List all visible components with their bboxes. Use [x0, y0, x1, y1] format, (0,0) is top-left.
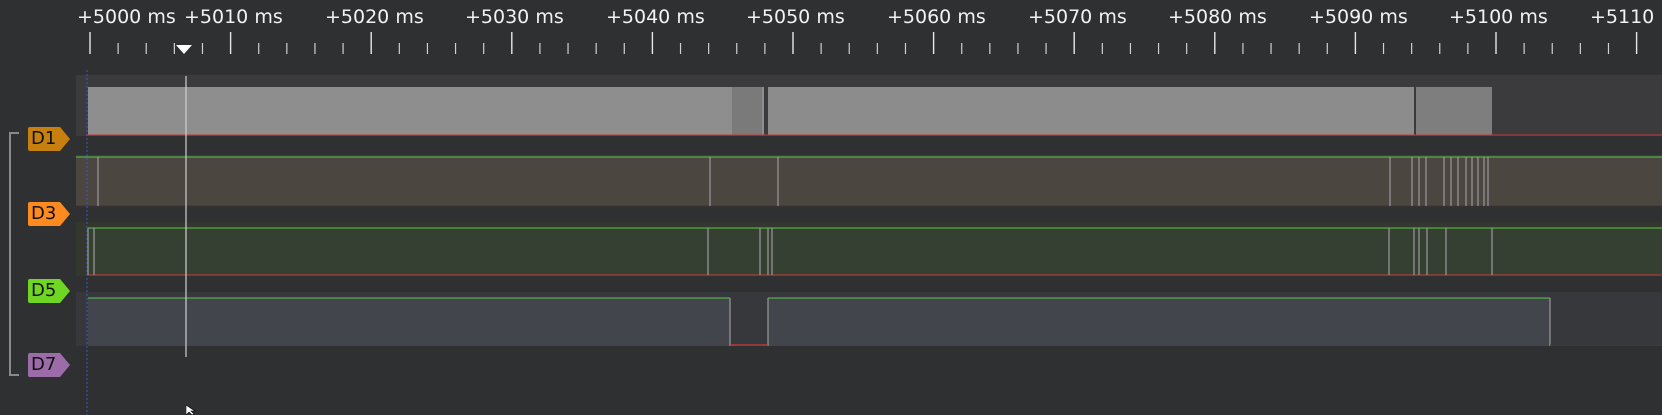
channel-tag-d7: D7	[28, 353, 61, 377]
d1-activity-block	[732, 87, 762, 135]
ruler-tick-label: +5070 ms	[1028, 6, 1127, 28]
d7-high-region	[88, 298, 730, 346]
d5-high-region	[88, 228, 1662, 275]
triangle-down-icon[interactable]	[176, 45, 192, 55]
channel-tag-d3: D3	[28, 202, 61, 226]
logic-analyzer-view: D1 D3 D5 D7 +5000 ms +5010 ms +5020 ms +…	[0, 0, 1662, 415]
d1-activity-block	[1416, 87, 1492, 135]
channel-arrow-icon	[60, 353, 71, 377]
channel-tag-d1: D1	[28, 127, 61, 151]
trace-area[interactable]	[76, 70, 1662, 415]
channel-arrow-icon	[60, 202, 71, 226]
ruler-tick-label: +5110 ms	[1590, 6, 1662, 28]
time-ruler[interactable]: +5000 ms +5010 ms +5020 ms +5030 ms +504…	[76, 0, 1662, 70]
waveform-canvas	[76, 70, 1662, 415]
d3-high-region	[76, 157, 1662, 206]
ruler-tick-label: +5080 ms	[1168, 6, 1267, 28]
channel-arrow-icon	[60, 127, 71, 151]
ruler-tick-label: +5020 ms	[325, 6, 424, 28]
channel-label-d5[interactable]: D5	[28, 279, 71, 303]
channel-arrow-icon	[60, 279, 71, 303]
ruler-tick-label: +5040 ms	[606, 6, 705, 28]
d1-activity-block	[768, 87, 1414, 135]
ruler-tick-label: +5100 ms	[1449, 6, 1548, 28]
mouse-pointer-icon	[186, 405, 196, 415]
ruler-tick-label: +5010 ms	[184, 6, 283, 28]
channel-label-d7[interactable]: D7	[28, 353, 71, 377]
d1-activity-block	[88, 87, 764, 135]
ruler-tick-label: +5000 ms	[77, 6, 176, 28]
channel-tag-d5: D5	[28, 279, 61, 303]
ruler-tick-label: +5050 ms	[746, 6, 845, 28]
channel-group-bracket[interactable]	[9, 132, 19, 376]
channel-label-d3[interactable]: D3	[28, 202, 71, 226]
ruler-tick-label: +5060 ms	[887, 6, 986, 28]
ruler-ticks	[89, 32, 1638, 54]
channel-label-panel: D1 D3 D5 D7	[0, 0, 76, 415]
ruler-tick-label: +5030 ms	[465, 6, 564, 28]
d7-high-region	[768, 298, 1550, 346]
ruler-tick-label: +5090 ms	[1309, 6, 1408, 28]
channel-label-d1[interactable]: D1	[28, 127, 71, 151]
